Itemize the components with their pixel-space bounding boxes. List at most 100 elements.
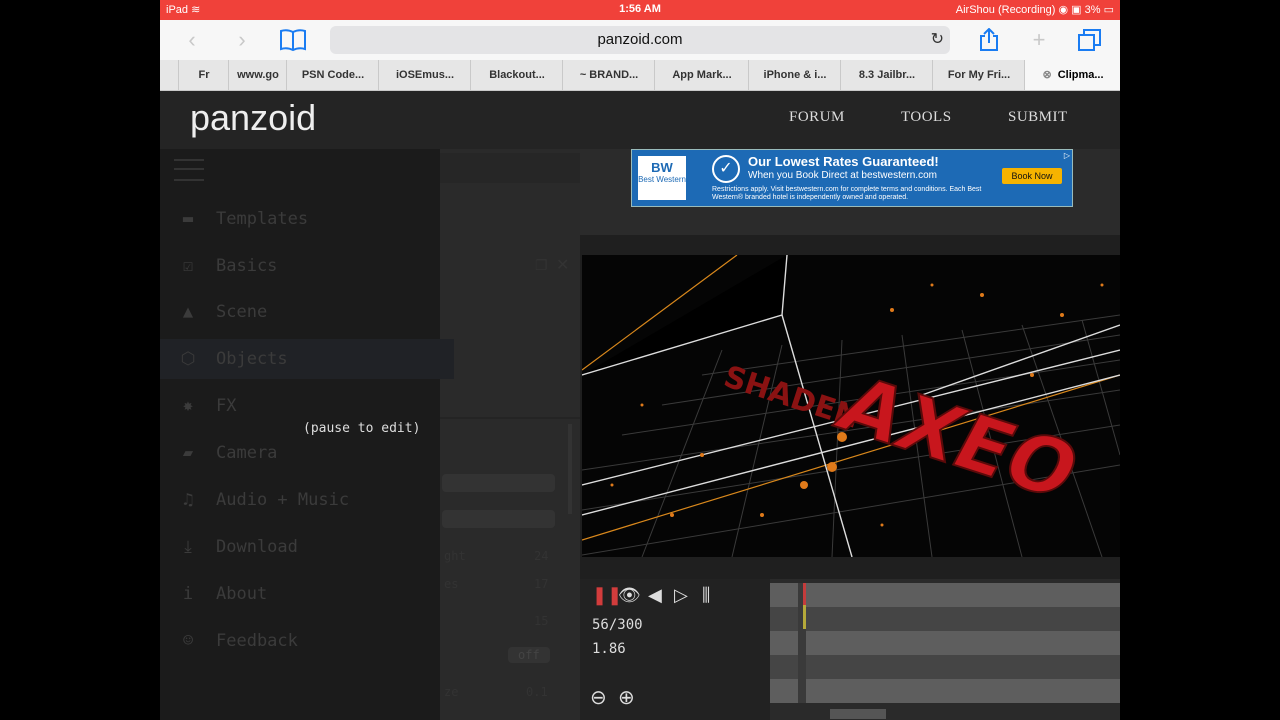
download-icon: ⤓	[184, 537, 192, 557]
sidebar-item-templates[interactable]: ▬ Templates	[174, 204, 308, 234]
sidebar-item-label: Download	[216, 537, 298, 557]
battery-percent: 3%	[1084, 4, 1101, 16]
volume-icon[interactable]: ◀	[648, 585, 662, 606]
track-row	[770, 655, 1120, 679]
toggle-off[interactable]: off	[508, 647, 550, 663]
timeline-controls: ❚❚ 👁 ◀ ▷ ⫼ 56/300 1.86 ⊖ ⊕	[580, 579, 770, 720]
cube-icon: ⬡	[180, 349, 196, 369]
ad-brand: Best Western	[638, 175, 686, 184]
track-row	[770, 583, 1120, 607]
tab-item[interactable]: iPhone & i...	[748, 60, 841, 90]
zoom-out-icon[interactable]: ⊖	[590, 685, 607, 710]
site-header: panzoid FORUM TOOLS SUBMIT	[160, 91, 1120, 149]
nav-forum[interactable]: FORUM	[789, 109, 845, 126]
best-western-logo: BW Best Western	[638, 156, 686, 200]
close-icon[interactable]: ✕	[556, 255, 569, 275]
tab-item[interactable]: www.go	[228, 60, 287, 90]
step-forward-icon[interactable]: ▷	[674, 585, 688, 606]
book-now-button[interactable]: Book Now	[1002, 168, 1062, 184]
bookmarks-icon[interactable]	[278, 28, 308, 52]
nav-submit[interactable]: SUBMIT	[1008, 109, 1068, 126]
url-text: panzoid.com	[597, 31, 683, 48]
sidebar-item-label: Audio + Music	[216, 490, 350, 510]
track-row	[770, 607, 1120, 631]
site-logo[interactable]: panzoid	[190, 97, 316, 139]
time-readout: 1.86	[592, 641, 626, 657]
ad-fineprint: Restrictions apply. Visit bestwestern.co…	[712, 186, 982, 201]
waveform-icon[interactable]: ⫼	[702, 585, 710, 606]
setting-field	[442, 510, 555, 528]
hamburger-icon[interactable]	[174, 159, 204, 181]
checkmark-icon: ✓	[712, 155, 740, 183]
preview-viewport[interactable]: SHADEN AXEO	[582, 255, 1120, 557]
burst-icon: ✸	[182, 396, 194, 416]
share-icon[interactable]	[976, 27, 1002, 52]
folder-icon: ▬	[182, 209, 194, 229]
music-icon: ♫	[182, 490, 194, 510]
sidebar-item-label: Feedback	[216, 631, 298, 651]
sidebar-item-label: Objects	[216, 349, 288, 369]
checkbox-icon: ☑	[182, 256, 194, 276]
record-icon: ◉	[1058, 4, 1069, 16]
sidebar-item-audio[interactable]: ♫ Audio + Music	[174, 485, 349, 515]
adchoices-icon[interactable]: ▷	[1064, 151, 1070, 160]
close-tab-icon[interactable]: ⊗	[1042, 69, 1051, 81]
sidebar-item-label: About	[216, 584, 268, 604]
smile-icon: ☺	[182, 631, 194, 651]
tab-item[interactable]: PSN Code...	[286, 60, 379, 90]
tab-item[interactable]: App Mark...	[654, 60, 749, 90]
info-icon: i	[182, 584, 194, 604]
back-icon[interactable]: ‹	[180, 28, 204, 52]
sidebar-item-label: Camera	[216, 443, 278, 463]
nav-tools[interactable]: TOOLS	[901, 109, 952, 126]
new-tab-icon[interactable]: +	[1026, 28, 1052, 52]
landscape-icon: ▲	[182, 302, 194, 322]
tab-item[interactable]: 8.3 Jailbr...	[840, 60, 933, 90]
ad-banner[interactable]: BW Best Western ✓ Our Lowest Rates Guaran…	[631, 149, 1073, 207]
tab-active[interactable]: ⊗ Clipma...	[1024, 60, 1120, 90]
screen-icon: ▣	[1071, 4, 1082, 16]
sidebar-item-feedback[interactable]: ☺ Feedback	[174, 626, 298, 656]
setting-field	[442, 474, 555, 492]
ad-headline: Our Lowest Rates Guaranteed!	[748, 154, 939, 169]
tab-item[interactable]: Blackout...	[470, 60, 563, 90]
zoom-in-icon[interactable]: ⊕	[618, 685, 635, 710]
editor-sidebar: ❐ ✕ ▬ Templates ☑ Basics ▲ Scene ⬡ Objects ✸…	[160, 149, 580, 720]
eye-icon[interactable]: 👁	[618, 585, 641, 606]
sidebar-item-objects[interactable]: ⬡ Objects	[160, 339, 454, 379]
tab-item[interactable]: iOSEmus...	[378, 60, 471, 90]
reload-icon[interactable]: ↻	[931, 26, 944, 54]
tab-item[interactable]: For My Fri...	[932, 60, 1025, 90]
tabs-overview-icon[interactable]	[1076, 28, 1104, 52]
copy-icon[interactable]: ❐	[535, 257, 548, 274]
sidebar-item-download[interactable]: ⤓ Download	[174, 532, 298, 562]
timeline-scrollbar[interactable]	[830, 709, 886, 719]
bw-mark: BW	[651, 160, 673, 175]
setting-label: es	[444, 577, 459, 591]
sidebar-item-about[interactable]: i About	[174, 579, 267, 609]
address-bar[interactable]: panzoid.com ↻	[330, 26, 950, 54]
recording-status: AirShou (Recording)	[955, 4, 1056, 16]
tab-item[interactable]: Fr	[178, 60, 229, 90]
tab-item[interactable]: ~ BRAND...	[562, 60, 655, 90]
playhead-marker[interactable]	[803, 583, 806, 605]
sidebar-item-camera[interactable]: ▰ Camera	[174, 438, 278, 468]
sidebar-item-fx[interactable]: ✸ FX	[174, 391, 237, 421]
ad-subline: When you Book Direct at bestwestern.com	[748, 170, 937, 181]
sidebar-item-label: Basics	[216, 256, 278, 276]
setting-value: 24	[534, 549, 549, 563]
divider	[580, 235, 1120, 255]
sidebar-item-label: Scene	[216, 302, 268, 322]
forward-icon[interactable]: ›	[230, 28, 254, 52]
timeline-tracks[interactable]	[770, 579, 1120, 720]
sidebar-item-basics[interactable]: ☑ Basics	[174, 251, 278, 281]
ipad-screen: iPad ≋ 1:56 AM AirShou (Recording) ◉ ▣ 3…	[160, 0, 1120, 720]
setting-value: 0.1	[526, 685, 548, 699]
tab-label: Clipma...	[1057, 69, 1104, 81]
panel-scrollbar[interactable]	[568, 424, 572, 514]
frame-counter: 56/300	[592, 617, 643, 633]
scene-text-front: AXEO	[823, 360, 1095, 516]
sidebar-item-scene[interactable]: ▲ Scene	[174, 297, 267, 327]
battery-icon: ▭	[1103, 4, 1114, 16]
bookmarks-bar: Fr www.go PSN Code... iOSEmus... Blackou…	[160, 60, 1120, 91]
